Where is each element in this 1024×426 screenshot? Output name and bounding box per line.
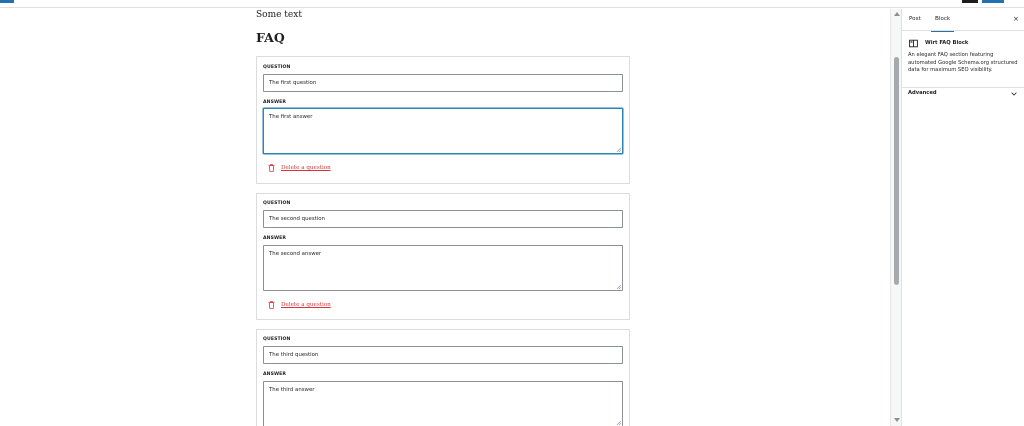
delete-question-link[interactable]: Delete a question	[281, 165, 331, 171]
settings-sidebar: Post Block × Wirt FAQ Block An elegant F…	[901, 9, 1024, 426]
paragraph-block[interactable]: Some text	[256, 10, 302, 20]
tab-block[interactable]: Block	[929, 9, 956, 32]
scrollbar-thumb[interactable]	[894, 57, 899, 285]
block-card: Wirt FAQ Block An elegant FAQ section fe…	[902, 31, 1024, 88]
faq-heading[interactable]: FAQ	[256, 30, 285, 45]
delete-question-link[interactable]: Delete a question	[281, 302, 331, 308]
advanced-panel-toggle[interactable]: Advanced	[902, 88, 1024, 100]
toolbar-dark-button[interactable]	[962, 0, 978, 3]
sidebar-tabs: Post Block ×	[902, 9, 1024, 32]
answer-textarea[interactable]: The second answer	[263, 245, 623, 291]
resize-grip-icon[interactable]	[616, 420, 621, 425]
faq-item: QUESTION The first question ANSWER The f…	[256, 56, 630, 184]
chevron-down-icon	[1011, 92, 1017, 96]
answer-text: The second answer	[269, 251, 322, 257]
trash-icon	[268, 301, 275, 309]
answer-text: The third answer	[269, 387, 315, 393]
answer-label: ANSWER	[263, 236, 287, 241]
top-toolbar	[0, 0, 1024, 8]
question-label: QUESTION	[263, 201, 291, 206]
save-button[interactable]	[982, 0, 1004, 3]
trash-icon	[268, 164, 275, 172]
editor-scrollbar[interactable]	[890, 9, 901, 426]
answer-textarea[interactable]: The first answer	[263, 108, 623, 154]
answer-text: The first answer	[269, 114, 313, 120]
tab-post[interactable]: Post	[903, 9, 927, 31]
resize-grip-icon[interactable]	[616, 284, 621, 289]
question-label: QUESTION	[263, 337, 291, 342]
site-logo-sliver[interactable]	[0, 0, 14, 3]
question-input[interactable]: The first question	[263, 74, 623, 92]
answer-label: ANSWER	[263, 372, 287, 377]
block-title: Wirt FAQ Block	[925, 40, 969, 46]
answer-textarea[interactable]: The third answer	[263, 381, 623, 426]
advanced-panel-label: Advanced	[908, 90, 937, 96]
block-description: An elegant FAQ section featuring automat…	[908, 52, 1018, 74]
resize-grip-icon[interactable]	[616, 147, 621, 152]
editor-canvas: Some text FAQ QUESTION The first questio…	[0, 9, 890, 426]
question-input[interactable]: The third question	[263, 346, 623, 364]
faq-item: QUESTION The second question ANSWER The …	[256, 193, 630, 320]
delete-question-button[interactable]: Delete a question	[268, 301, 331, 309]
question-input[interactable]: The second question	[263, 210, 623, 228]
scroll-down-arrow-icon[interactable]	[894, 418, 900, 422]
answer-label: ANSWER	[263, 100, 287, 105]
faq-item: QUESTION The third question ANSWER The t…	[256, 329, 630, 426]
close-icon[interactable]: ×	[1013, 15, 1019, 23]
scroll-up-arrow-icon[interactable]	[894, 12, 900, 16]
question-label: QUESTION	[263, 65, 291, 70]
faq-block-icon	[909, 39, 918, 48]
delete-question-button[interactable]: Delete a question	[268, 164, 331, 172]
